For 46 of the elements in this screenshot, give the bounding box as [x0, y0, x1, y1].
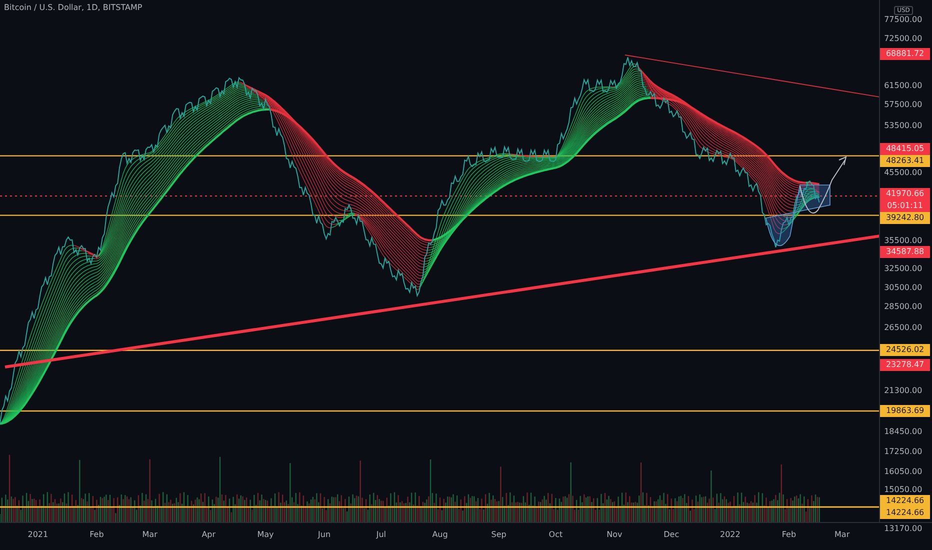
price-axis-label: 17250.00 — [884, 446, 922, 457]
time-axis-label: Feb — [90, 530, 104, 539]
price-axis-label: 57500.00 — [884, 100, 922, 110]
price-tag: 24526.02 — [880, 344, 930, 356]
time-axis-label: Nov — [606, 530, 622, 539]
price-axis-label: 15050.00 — [884, 484, 922, 495]
time-axis-label: Feb — [782, 530, 796, 539]
chart-title: Bitcoin / U.S. Dollar, 1D, BITSTAMP — [4, 3, 142, 12]
time-axis-label: Jul — [376, 530, 386, 539]
price-axis-label: 32500.00 — [884, 264, 922, 274]
price-tag: 41970.66 05:01:11 — [880, 188, 930, 212]
time-axis-label: 2021 — [28, 530, 48, 539]
price-axis-label: 16050.00 — [884, 467, 922, 478]
price-axis-label: 61500.00 — [884, 81, 922, 92]
price-axis-label: 77500.00 — [884, 14, 922, 25]
price-axis-label: 13170.00 — [884, 524, 922, 534]
time-axis-label: Dec — [664, 530, 680, 539]
projection-arrow — [800, 156, 847, 214]
time-axis-label: Jun — [318, 530, 331, 539]
time-axis-label: Mar — [142, 530, 158, 539]
time-axis-label: Sep — [491, 530, 506, 539]
price-axis-label: 35500.00 — [884, 236, 922, 246]
time-axis-label: May — [257, 530, 274, 539]
price-axis-label: 21300.00 — [884, 386, 922, 396]
time-axis-label: Apr — [202, 530, 216, 539]
price-tag: 68881.72 — [880, 48, 930, 60]
price-axis-label: 18450.00 — [884, 427, 922, 438]
cup-pattern-shape — [766, 184, 830, 246]
price-tag: 19863.69 — [880, 404, 930, 417]
price-axis-label: 26500.00 — [884, 323, 922, 334]
price-axis-label: 28500.00 — [884, 302, 922, 312]
price-tag: 23278.47 — [880, 359, 930, 372]
time-axis-label: Oct — [548, 530, 563, 539]
price-tag: 14224.66 — [880, 494, 930, 507]
price-tag: 48415.05 — [880, 143, 930, 156]
price-axis-label: 45500.00 — [884, 168, 922, 178]
price-axis-label: 30500.00 — [884, 282, 922, 293]
price-axis-label: 72500.00 — [884, 34, 922, 44]
time-axis-label: Aug — [432, 530, 448, 539]
price-axis-label: 53500.00 — [884, 121, 922, 132]
price-tag: 48263.41 — [880, 155, 930, 168]
price-tag: 14224.66 — [880, 506, 930, 519]
time-axis-label: 2022 — [720, 530, 740, 539]
price-tag: 34587.88 — [880, 246, 930, 258]
time-axis-label: Mar — [834, 530, 850, 539]
price-tag: 39242.80 — [880, 212, 930, 224]
